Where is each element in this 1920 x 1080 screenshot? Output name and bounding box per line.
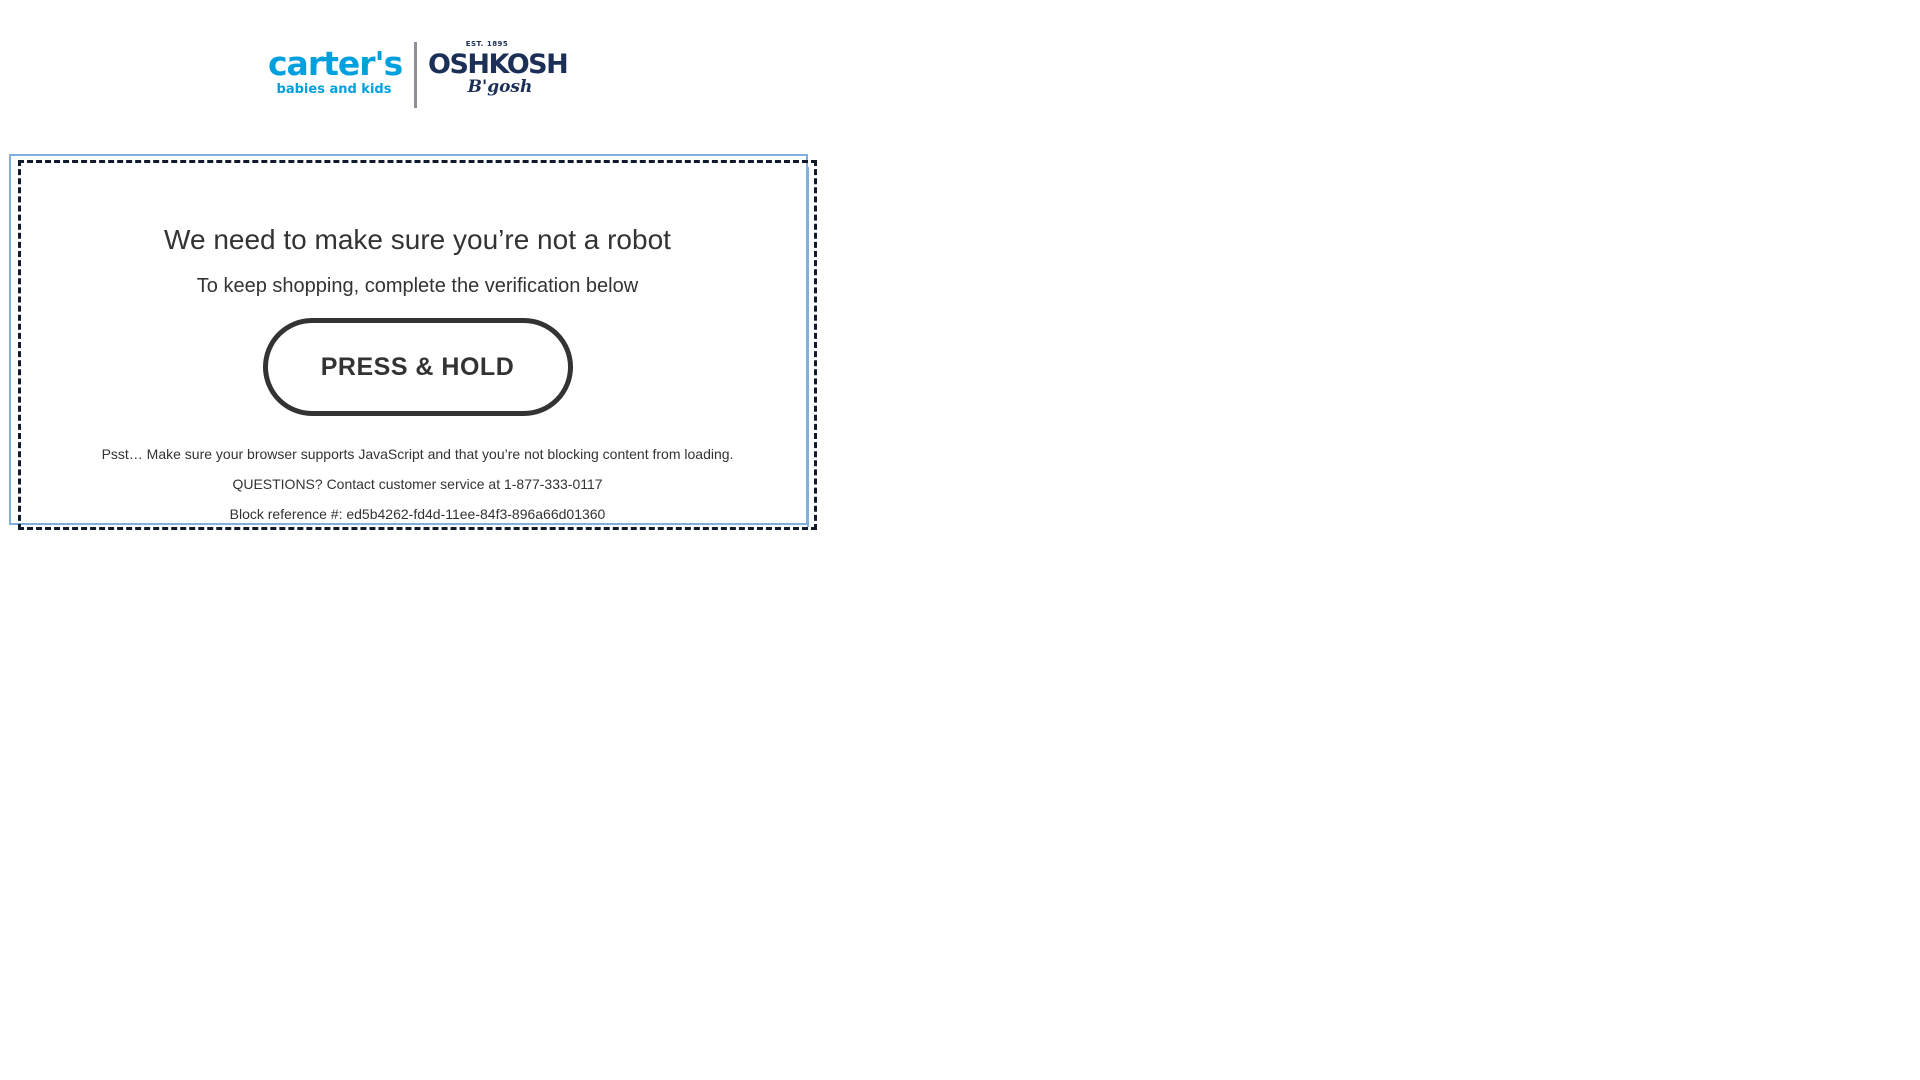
- brand-logos: carter's babies and kids EST. 1895 OSHKO…: [268, 40, 569, 110]
- oshkosh-logo: EST. 1895 OSHKOSH B'gosh: [428, 40, 569, 97]
- block-reference: Block reference #: ed5b4262-fd4d-11ee-84…: [229, 506, 606, 522]
- press-and-hold-button[interactable]: PRESS & HOLD: [262, 318, 573, 416]
- oshkosh-established: EST. 1895: [465, 40, 509, 48]
- subtitle: To keep shopping, complete the verificat…: [196, 275, 639, 297]
- oshkosh-script: B'gosh: [467, 77, 533, 97]
- customer-service-text: QUESTIONS? Contact customer service at 1…: [232, 476, 603, 492]
- javascript-notice: Psst… Make sure your browser supports Ja…: [101, 446, 734, 462]
- carters-logo: carter's babies and kids: [268, 44, 403, 98]
- frame-right-edge: [807, 167, 809, 527]
- challenge-frame: We need to make sure you’re not a robot …: [18, 160, 817, 530]
- page: carter's babies and kids EST. 1895 OSHKO…: [0, 0, 1920, 1080]
- carters-tagline: babies and kids: [276, 82, 392, 97]
- page-title: We need to make sure you’re not a robot: [164, 224, 671, 255]
- logo-divider: [414, 42, 417, 108]
- carters-wordmark: carter's: [268, 44, 403, 83]
